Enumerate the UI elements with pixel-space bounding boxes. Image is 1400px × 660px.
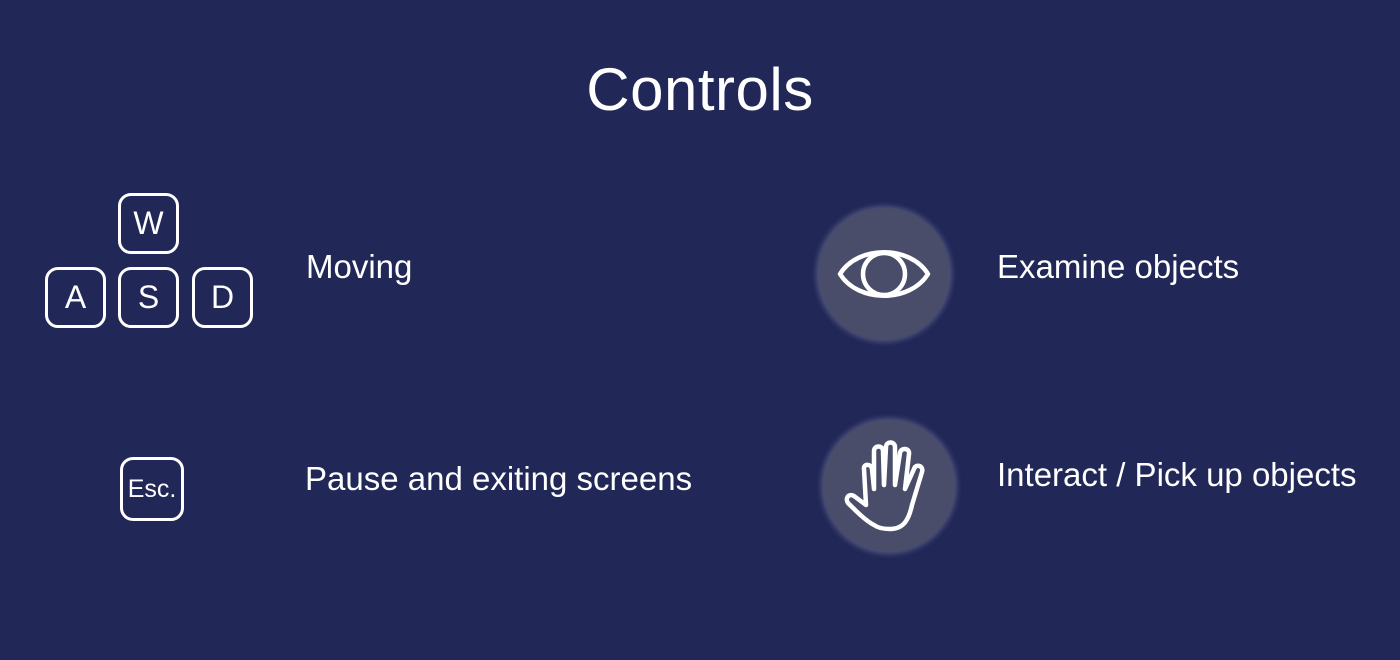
key-s: S: [118, 267, 179, 328]
key-d: D: [192, 267, 253, 328]
key-a: A: [45, 267, 106, 328]
page-title: Controls: [586, 56, 814, 123]
interact-icon-circle: [823, 420, 955, 552]
examine-icon-circle: [818, 208, 950, 340]
hand-icon: [844, 439, 925, 531]
key-esc: Esc.: [120, 457, 184, 521]
key-w: W: [118, 193, 179, 254]
interact-label: Interact / Pick up objects: [997, 456, 1357, 493]
pause-label: Pause and exiting screens: [305, 460, 693, 497]
examine-label: Examine objects: [997, 248, 1240, 285]
eye-icon: [837, 250, 931, 298]
moving-label: Moving: [306, 248, 413, 285]
